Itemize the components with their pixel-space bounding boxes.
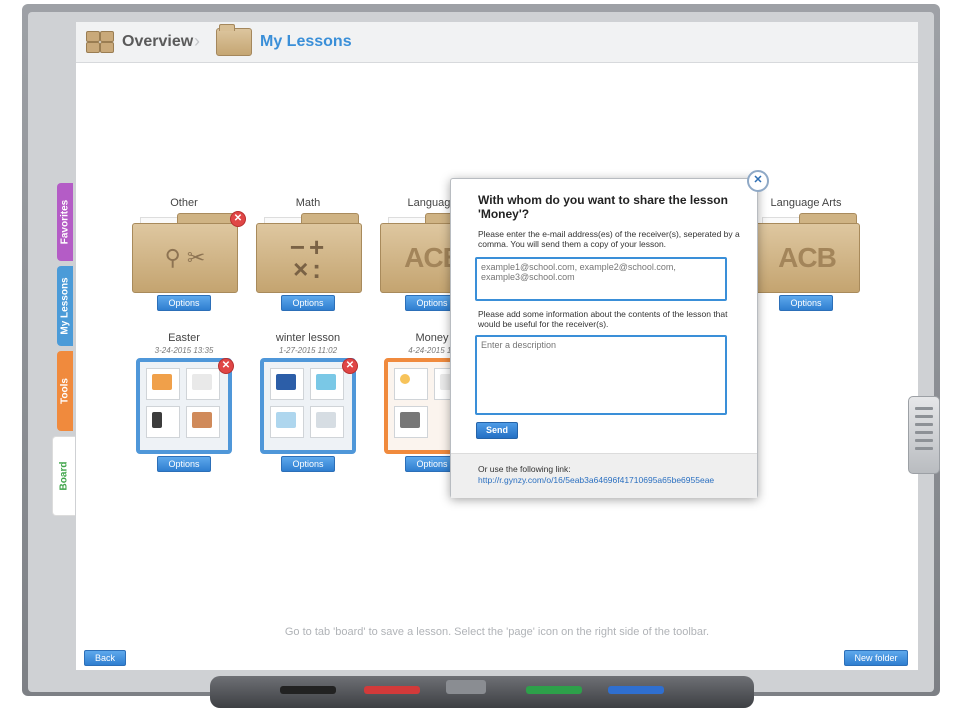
lesson-date: 1-27-2015 11:02 xyxy=(278,346,338,355)
tab-board[interactable]: Board xyxy=(52,436,75,516)
math-folder-icon[interactable]: −+×: xyxy=(256,213,362,293)
app-screen: Overview › My Lessons Other ⚲ ✂ Options … xyxy=(76,22,918,670)
acb-letters-icon: ACB xyxy=(778,242,837,273)
options-button[interactable]: Options xyxy=(157,456,211,472)
eraser[interactable] xyxy=(446,680,486,694)
share-lesson-dialog: ✕ With whom do you want to share the les… xyxy=(450,170,769,498)
folder-item-language-arts[interactable]: Language Arts ACB Options xyxy=(750,197,862,311)
folder-icon xyxy=(216,24,252,56)
back-button[interactable]: Back xyxy=(84,650,126,666)
chevron-right-icon: › xyxy=(194,31,200,51)
options-button[interactable]: Options xyxy=(157,295,211,311)
save-hint: Go to tab 'board' to save a lesson. Sele… xyxy=(284,626,710,638)
lesson-title: Easter xyxy=(168,332,200,344)
pen-tray xyxy=(210,676,754,708)
delete-icon[interactable]: ✕ xyxy=(218,358,234,374)
bike-scissors-icon: ⚲ ✂ xyxy=(164,245,206,270)
folder-title: Math xyxy=(295,197,321,209)
folder-item-other[interactable]: Other ⚲ ✂ Options ✕ xyxy=(128,197,246,311)
red-pen[interactable] xyxy=(364,686,420,694)
breadcrumb-my-lessons[interactable]: My Lessons xyxy=(260,33,352,51)
email-field[interactable] xyxy=(475,257,727,301)
tab-favorites[interactable]: Favorites xyxy=(57,183,73,261)
math-symbols-icon: −+×: xyxy=(289,232,329,284)
folder-title: Other xyxy=(170,197,198,209)
language-arts-folder-icon[interactable]: ACB xyxy=(754,213,860,293)
green-pen[interactable] xyxy=(526,686,582,694)
other-folder-icon[interactable]: ⚲ ✂ xyxy=(132,213,238,293)
breadcrumb: Overview › My Lessons xyxy=(76,22,918,63)
link-label: Or use the following link: xyxy=(478,464,571,474)
options-button[interactable]: Options xyxy=(281,295,335,311)
lesson-thumbnail[interactable] xyxy=(136,358,232,454)
black-pen[interactable] xyxy=(280,686,336,694)
tab-tools[interactable]: Tools xyxy=(57,351,73,431)
lesson-item-easter[interactable]: Easter 3-24-2015 13:35 Options ✕ xyxy=(128,332,240,472)
tab-tools-label: Tools xyxy=(59,378,71,404)
delete-icon[interactable]: ✕ xyxy=(230,211,246,227)
delete-icon[interactable]: ✕ xyxy=(342,358,358,374)
send-button[interactable]: Send xyxy=(476,422,518,439)
tab-my-lessons[interactable]: My Lessons xyxy=(57,266,73,346)
lesson-title: winter lesson xyxy=(275,332,341,344)
email-instructions: Please enter the e-mail address(es) of t… xyxy=(478,229,740,249)
options-button[interactable]: Options xyxy=(281,456,335,472)
description-field[interactable] xyxy=(475,335,727,415)
share-link[interactable]: http://r.gynzy.com/o/16/5eab3a64696f4171… xyxy=(478,475,714,485)
tab-my-lessons-label: My Lessons xyxy=(59,277,71,335)
breadcrumb-overview[interactable]: Overview xyxy=(122,33,193,51)
description-instructions: Please add some information about the co… xyxy=(478,309,728,329)
options-button[interactable]: Options xyxy=(779,295,833,311)
folder-title: Language Arts xyxy=(770,197,842,209)
remote-control xyxy=(908,396,940,474)
blue-pen[interactable] xyxy=(608,686,664,694)
lesson-thumbnail[interactable] xyxy=(260,358,356,454)
lesson-item-winter[interactable]: winter lesson 1-27-2015 11:02 Options ✕ xyxy=(252,332,364,472)
overview-grid-icon[interactable] xyxy=(86,31,114,53)
lesson-date: 3-24-2015 13:35 xyxy=(154,346,214,355)
tab-favorites-label: Favorites xyxy=(59,199,71,245)
tab-board-label: Board xyxy=(58,461,70,491)
close-icon[interactable]: ✕ xyxy=(747,170,769,192)
new-folder-button[interactable]: New folder xyxy=(844,650,908,666)
folder-item-math[interactable]: Math −+×: Options xyxy=(252,197,364,311)
share-link-section: Or use the following link: http://r.gynz… xyxy=(451,453,757,498)
dialog-title: With whom do you want to share the lesso… xyxy=(478,193,728,221)
